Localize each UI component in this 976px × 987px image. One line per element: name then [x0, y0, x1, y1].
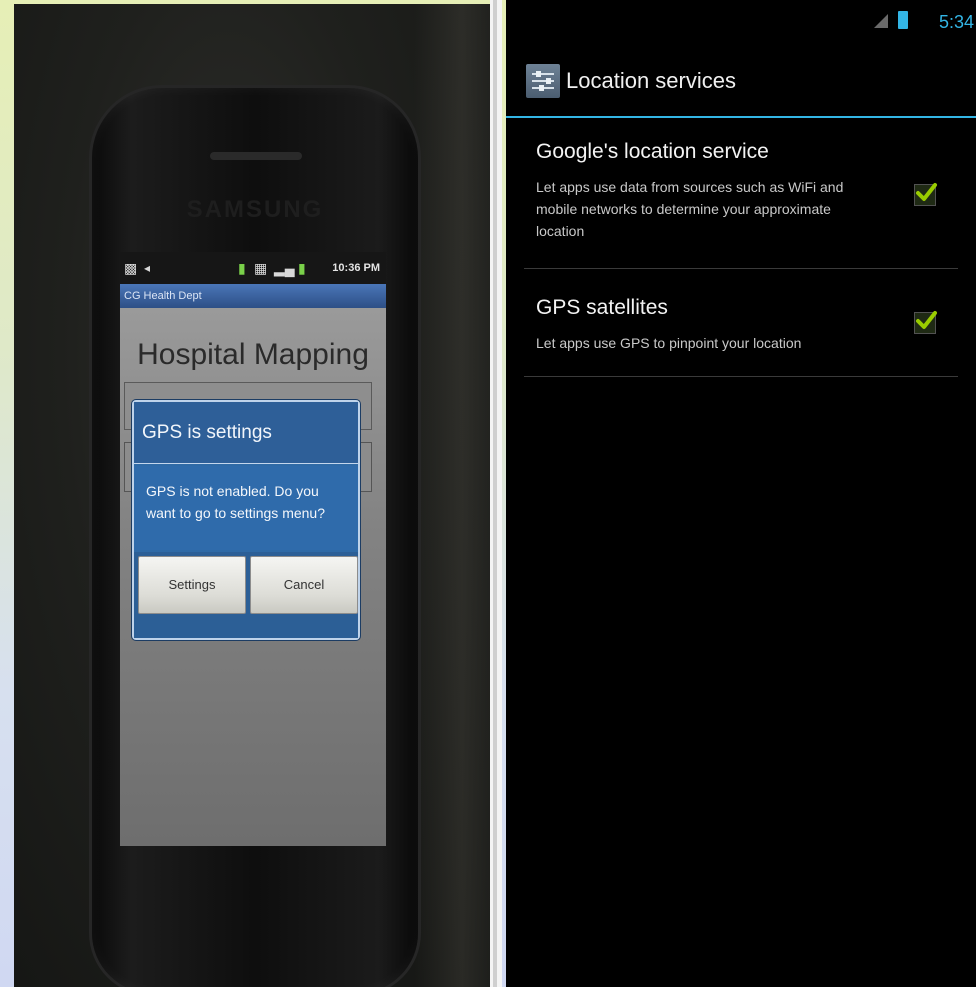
gps-satellites-checkbox[interactable] — [914, 311, 937, 334]
page-title: Location services — [566, 68, 736, 93]
checkmark-icon — [916, 311, 937, 329]
setting-summary: Let apps use data from sources such as W… — [536, 179, 844, 239]
action-bar: Location services — [506, 56, 976, 116]
phone-status-bar: ▩ ◂ ▮ ▦ ▂▄ ▮ 10:36 PM — [120, 252, 386, 284]
setting-title: GPS satellites — [536, 296, 668, 319]
cancel-button[interactable]: Cancel — [250, 556, 358, 614]
setting-summary: Let apps use GPS to pinpoint your locati… — [536, 335, 802, 351]
dialog-message: GPS is not enabled. Do you want to go to… — [134, 466, 358, 550]
dialog-title: GPS is settings — [134, 402, 358, 464]
panel-divider-line — [493, 0, 497, 987]
speaker-muted-icon: ◂ — [144, 261, 151, 275]
android-status-bar: 5:34 — [506, 0, 976, 40]
setting-gps-satellites[interactable]: GPS satellites Let apps use GPS to pinpo… — [524, 268, 958, 377]
wall-background — [414, 4, 490, 987]
network-icon: ▦ — [254, 260, 268, 276]
location-services-screen: 5:34 Location services Google's location… — [506, 0, 976, 987]
phone-photo: SAMSUNG ▩ ◂ ▮ ▦ ▂▄ ▮ 10:36 PM CG Health … — [14, 4, 490, 987]
android-status-time: 5:34 — [938, 12, 974, 32]
battery-icon — [898, 11, 908, 29]
phone-status-time: 10:36 PM — [332, 262, 380, 274]
phone-brand-logo: SAMSUNG — [186, 196, 324, 223]
phone-screen: ▩ ◂ ▮ ▦ ▂▄ ▮ 10:36 PM CG Health Dept Hos… — [120, 252, 386, 846]
google-location-checkbox[interactable] — [914, 183, 937, 206]
app-heading: Hospital Mapping — [137, 338, 369, 371]
setting-title: Google's location service — [536, 140, 769, 163]
signal-strength-icon — [874, 14, 888, 28]
battery-icon: ▮ — [298, 260, 306, 276]
setting-google-location[interactable]: Google's location service Let apps use d… — [524, 118, 958, 269]
battery-charging-icon: ▮ — [238, 260, 246, 276]
gps-dialog: GPS is settings GPS is not enabled. Do y… — [132, 400, 360, 640]
app-title-bar: CG Health Dept — [120, 284, 386, 308]
settings-button[interactable]: Settings — [138, 556, 246, 614]
earpiece — [210, 152, 302, 160]
sim-icon: ▩ — [124, 260, 138, 276]
dialog-actions: Settings Cancel — [134, 552, 358, 638]
checkmark-icon — [916, 183, 937, 201]
signal-icon: ▂▄ — [274, 260, 295, 276]
settings-sliders-icon[interactable] — [526, 64, 560, 98]
